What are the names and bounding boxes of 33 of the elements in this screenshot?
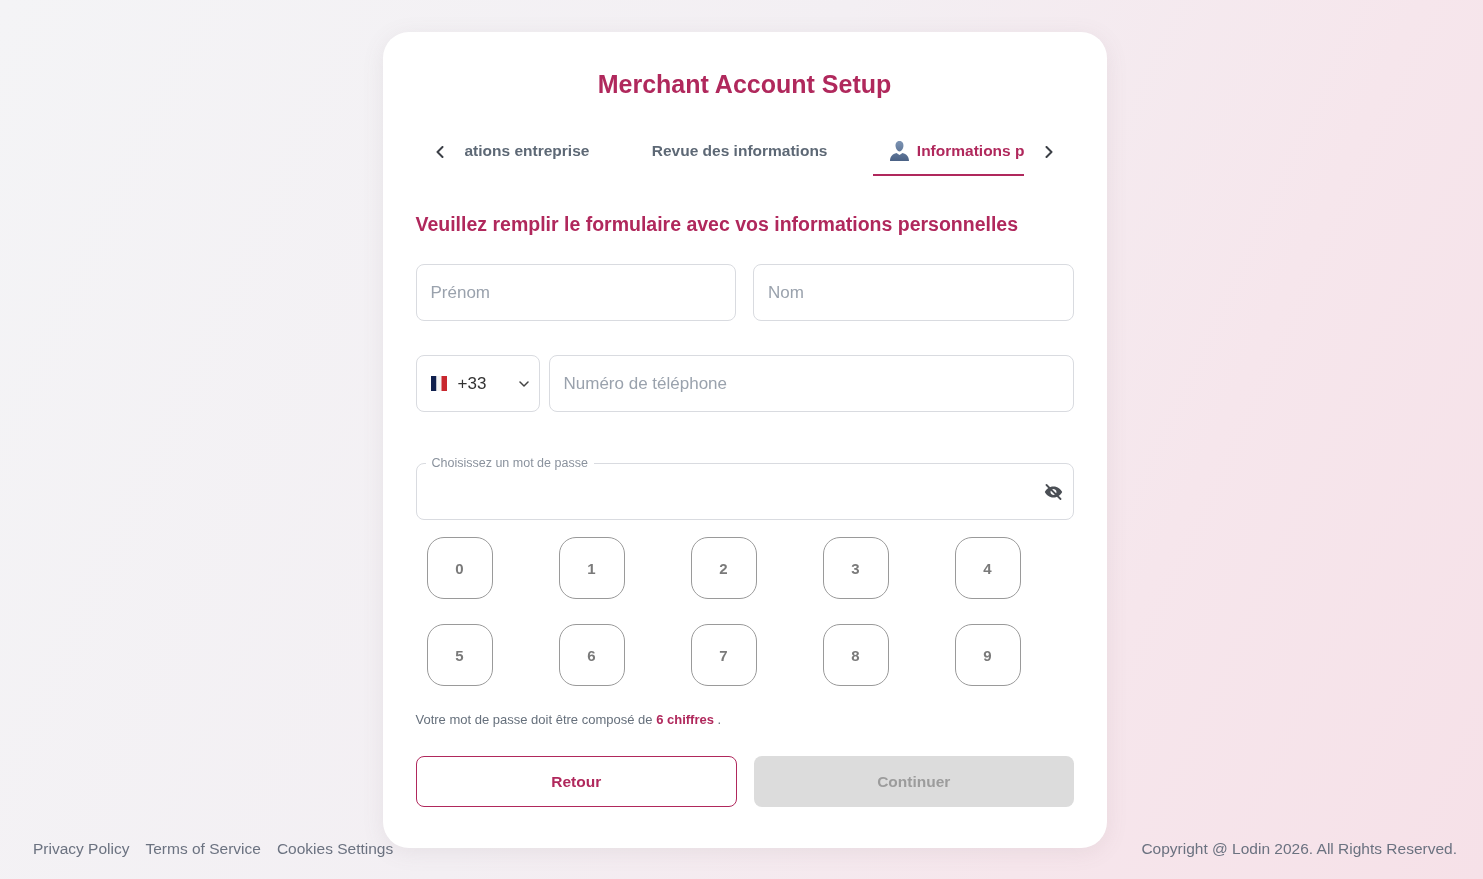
password-hint: Votre mot de passe doit être composé de 6 chiffres .	[415, 711, 723, 729]
country-code-select[interactable]: +33	[415, 355, 540, 412]
digit-key[interactable]: 5	[426, 624, 493, 686]
digit-key[interactable]: 0	[426, 537, 493, 599]
chevron-left-icon	[435, 146, 444, 158]
name-field[interactable]: Prénom	[415, 264, 736, 321]
form-heading: Veuillez remplir le formulaire avec vos informations personnelles	[415, 212, 1020, 237]
digit-key[interactable]: 4	[954, 537, 1021, 599]
digit-key[interactable]: 3	[822, 537, 889, 599]
eye-slash-icon	[1043, 483, 1063, 500]
phone-field[interactable]: Numéro de téléphone	[548, 355, 1074, 412]
footer-link[interactable]: Privacy Policy	[33, 839, 130, 859]
chevron-right-icon	[1044, 146, 1053, 158]
field-label: Choisissez un mot de passe	[425, 455, 594, 471]
page-title: Merchant Account Setup	[596, 69, 893, 100]
back-button[interactable]: Retour	[415, 756, 737, 807]
digit-key[interactable]: 9	[954, 624, 1021, 686]
digit-key[interactable]: 6	[558, 624, 625, 686]
digit-key[interactable]: 1	[558, 537, 625, 599]
step-tab[interactable]: Revue des informations	[634, 128, 845, 176]
toggle-visibility-button[interactable]	[1043, 483, 1063, 500]
footer-link[interactable]: Cookies Settings	[276, 839, 394, 859]
name-field[interactable]: Nom	[753, 264, 1074, 321]
step-tab[interactable]: Informations p	[872, 128, 1025, 176]
copyright-text: Copyright @ Lodin 2026. All Rights Reserved.	[1141, 839, 1457, 859]
chevron-down-icon	[518, 380, 529, 387]
digit-key[interactable]: 2	[690, 537, 757, 599]
digit-key[interactable]: 8	[822, 624, 889, 686]
footer-link[interactable]: Terms of Service	[145, 839, 261, 859]
step-tab[interactable]: ations entreprise	[464, 128, 607, 176]
flag-icon	[430, 376, 447, 391]
person-icon	[889, 141, 909, 161]
digit-key[interactable]: 7	[690, 624, 757, 686]
